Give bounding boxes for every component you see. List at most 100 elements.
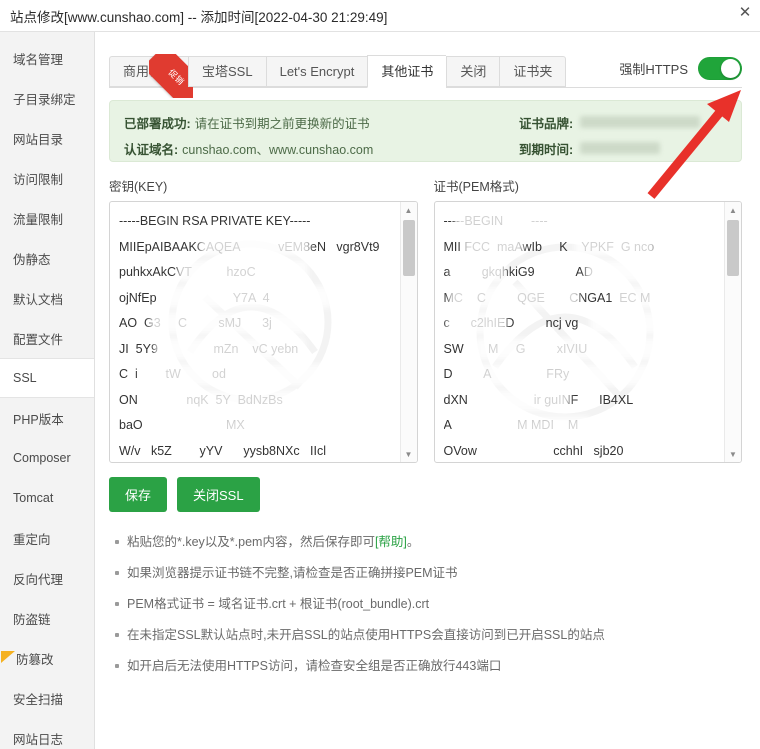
main-content: 商用证书 促销 宝塔SSL Let's Encrypt 其他证书 关闭 证书夹 强制HTTP… bbox=[95, 32, 760, 749]
ssl-tabs: 商用证书 促销 宝塔SSL Let's Encrypt 其他证书 关闭 证书夹 bbox=[109, 54, 567, 98]
sidebar-item-label: 网站日志 bbox=[13, 732, 64, 747]
sidebar-item-label: 重定向 bbox=[13, 532, 51, 547]
help-notes-list: 粘贴您的*.key以及*.pem内容，然后保存即可[帮助]。 如果浏览器提示证书链… bbox=[109, 534, 742, 674]
save-button[interactable]: 保存 bbox=[109, 477, 168, 512]
sidebar-item-14[interactable]: 防盗链 bbox=[0, 598, 94, 638]
scrollbar-thumb[interactable] bbox=[402, 220, 415, 276]
certificate-fields: 密钥(KEY) -----BEGIN RSA PRIVATE KEY----- M… bbox=[109, 176, 742, 463]
sidebar-item-7[interactable]: 配置文件 bbox=[0, 318, 94, 358]
sidebar-item-11[interactable]: Tomcat bbox=[0, 478, 94, 518]
cert-text-line: baO MX bbox=[119, 418, 245, 432]
help-note-item: 如开启后无法使用HTTPS访问，请检查安全组是否正确放行443端口 bbox=[115, 658, 742, 674]
cert-text-line: MII FCC maAwIb K YPKF G nco bbox=[443, 239, 655, 254]
tab-label: 商用证书 bbox=[123, 64, 176, 79]
help-note-suffix: 。 bbox=[406, 535, 420, 549]
scrollbar-thumb[interactable] bbox=[727, 220, 739, 276]
cert-domain-line: 认证域名: cunshao.com、www.cunshao.com bbox=[124, 138, 519, 158]
sidebar-item-12[interactable]: 重定向 bbox=[0, 518, 94, 558]
sidebar-item-label: 防盗链 bbox=[13, 612, 51, 627]
cert-textarea-wrapper[interactable]: -----BEGIN ---- MII FCC maAwIb K YPKF G n… bbox=[433, 201, 742, 463]
cert-text-line: ojNfEp Y7A 4 bbox=[119, 290, 270, 305]
toggle-knob bbox=[721, 59, 740, 78]
cert-scrollbar[interactable]: ▲ ▼ bbox=[724, 202, 741, 462]
help-note-item: 在未指定SSL默认站点时,未开启SSL的站点使用HTTPS会直接访问到已开启SS… bbox=[115, 627, 742, 643]
deploy-status-value: 请在证书到期之前更换新的证书 bbox=[194, 116, 370, 131]
scroll-down-icon[interactable]: ▼ bbox=[401, 446, 417, 462]
key-scrollbar[interactable]: ▲ ▼ bbox=[399, 202, 417, 462]
sidebar-item-13[interactable]: 反向代理 bbox=[0, 558, 94, 598]
tab-3[interactable]: 其他证书 bbox=[367, 55, 447, 88]
tab-4[interactable]: 关闭 bbox=[446, 56, 500, 87]
sidebar-item-17[interactable]: 网站日志 bbox=[0, 718, 94, 749]
tab-label: 关闭 bbox=[460, 64, 487, 79]
sidebar-item-label: 域名管理 bbox=[13, 52, 64, 67]
sidebar-item-4[interactable]: 流量限制 bbox=[0, 198, 94, 238]
force-https-toggle[interactable] bbox=[698, 57, 742, 80]
cert-text-line: dXN ir guINF IB4XL bbox=[443, 392, 634, 407]
help-note-item: 如果浏览器提示证书链不完整,请检查是否正确拼接PEM证书 bbox=[115, 565, 742, 581]
sidebar-item-1[interactable]: 子目录绑定 bbox=[0, 78, 94, 118]
sidebar-item-label: 访问限制 bbox=[13, 172, 64, 187]
tab-label: Let's Encrypt bbox=[279, 64, 355, 79]
window-title-bar: 站点修改[www.cunshao.com] -- 添加时间[2022-04-30… bbox=[0, 0, 760, 32]
cert-text-line: SW M G xIVIU bbox=[443, 341, 588, 356]
sidebar-item-2[interactable]: 网站目录 bbox=[0, 118, 94, 158]
key-field-label: 密钥(KEY) bbox=[109, 180, 168, 194]
tab-2[interactable]: Let's Encrypt bbox=[265, 56, 368, 87]
sidebar-item-8[interactable]: SSL bbox=[0, 358, 94, 398]
vip-badge-icon bbox=[1, 651, 15, 663]
sidebar-item-0[interactable]: 域名管理 bbox=[0, 38, 94, 78]
cert-text-line: c c2lhIED ncj vg bbox=[443, 316, 579, 330]
sidebar-item-16[interactable]: 安全扫描 bbox=[0, 678, 94, 718]
sidebar-item-5[interactable]: 伪静态 bbox=[0, 238, 94, 278]
cert-field-group: 证书(PEM格式) -----BEGIN ----MII FCC maAwIb bbox=[433, 176, 742, 463]
sidebar-item-15[interactable]: 防篡改 bbox=[0, 638, 94, 678]
cert-text-line: puhkxAkCVT hzoC bbox=[119, 265, 256, 279]
cert-text-line: -----BEGIN ---- bbox=[443, 214, 548, 228]
help-note-text: 如开启后无法使用HTTPS访问，请检查安全组是否正确放行443端口 bbox=[127, 659, 502, 673]
sidebar-item-9[interactable]: PHP版本 bbox=[0, 398, 94, 438]
scroll-up-icon[interactable]: ▲ bbox=[725, 202, 741, 218]
help-note-text: 如果浏览器提示证书链不完整,请检查是否正确拼接PEM证书 bbox=[127, 566, 458, 580]
sidebar-item-label: 配置文件 bbox=[13, 332, 64, 347]
action-buttons: 保存 关闭SSL bbox=[109, 477, 742, 512]
cert-text-line: OVow cchhI sjb20 bbox=[443, 443, 624, 458]
tab-label: 其他证书 bbox=[381, 64, 434, 79]
tab-5[interactable]: 证书夹 bbox=[499, 56, 567, 87]
sidebar-item-10[interactable]: Composer bbox=[0, 438, 94, 478]
cert-domain-value: cunshao.com、www.cunshao.com bbox=[182, 142, 374, 157]
sidebar-item-6[interactable]: 默认文档 bbox=[0, 278, 94, 318]
sidebar-item-label: Tomcat bbox=[13, 491, 54, 505]
help-link[interactable]: [帮助] bbox=[375, 535, 407, 549]
cert-brand-key: 证书品牌: bbox=[519, 116, 574, 131]
cert-brand-value-redacted bbox=[580, 116, 701, 128]
sidebar-item-label: 防篡改 bbox=[16, 652, 54, 667]
tab-label: 证书夹 bbox=[513, 64, 553, 79]
cert-text-line: AO G3 C sMJ 3j bbox=[119, 316, 272, 330]
cert-text-line: MC C QGE CNGA1 EC M bbox=[443, 290, 651, 305]
key-textarea-wrapper[interactable]: -----BEGIN RSA PRIVATE KEY----- MIIEpAIBA… bbox=[109, 201, 418, 463]
cert-brand-line: 证书品牌: bbox=[519, 112, 727, 132]
cert-domain-key: 认证域名: bbox=[124, 142, 179, 157]
scroll-up-icon[interactable]: ▲ bbox=[401, 202, 417, 218]
cert-field-label: 证书(PEM格式) bbox=[433, 180, 519, 194]
sidebar-item-3[interactable]: 访问限制 bbox=[0, 158, 94, 198]
tab-1[interactable]: 宝塔SSL bbox=[188, 56, 266, 87]
close-ssl-button[interactable]: 关闭SSL bbox=[177, 477, 260, 512]
scroll-down-icon[interactable]: ▼ bbox=[725, 446, 741, 462]
sidebar-item-label: 网站目录 bbox=[13, 132, 64, 147]
help-note-text: 在未指定SSL默认站点时,未开启SSL的站点使用HTTPS会直接访问到已开启SS… bbox=[127, 628, 605, 642]
cert-text-line: JI 5Y9 mZn vC yebn bbox=[119, 341, 299, 356]
cert-text-line: A M MDI M bbox=[443, 418, 579, 432]
tab-0[interactable]: 商用证书 促销 bbox=[109, 54, 194, 98]
page-shell: 域名管理子目录绑定网站目录访问限制流量限制 伪静态 默认文档配置文件 SSL PHP版本… bbox=[0, 32, 760, 749]
cert-text-line: a gkqhkiG9 AD bbox=[443, 265, 593, 279]
cert-text-line: C i tW od bbox=[119, 367, 226, 381]
force-https-label: 强制HTTPS bbox=[619, 62, 688, 77]
key-textarea-content[interactable]: -----BEGIN RSA PRIVATE KEY----- MIIEpAIBA… bbox=[110, 202, 400, 462]
status-right-column: 证书品牌: 到期时间: bbox=[519, 112, 727, 157]
cert-text-line: D A FRy bbox=[443, 367, 570, 381]
close-icon[interactable]: ✕ bbox=[736, 4, 754, 22]
cert-textarea-content[interactable]: -----BEGIN ---- MII FCC maAwIb K YPKF G n… bbox=[435, 202, 725, 462]
cert-text-line: ON nqK 5Y BdNzBs bbox=[119, 392, 283, 407]
